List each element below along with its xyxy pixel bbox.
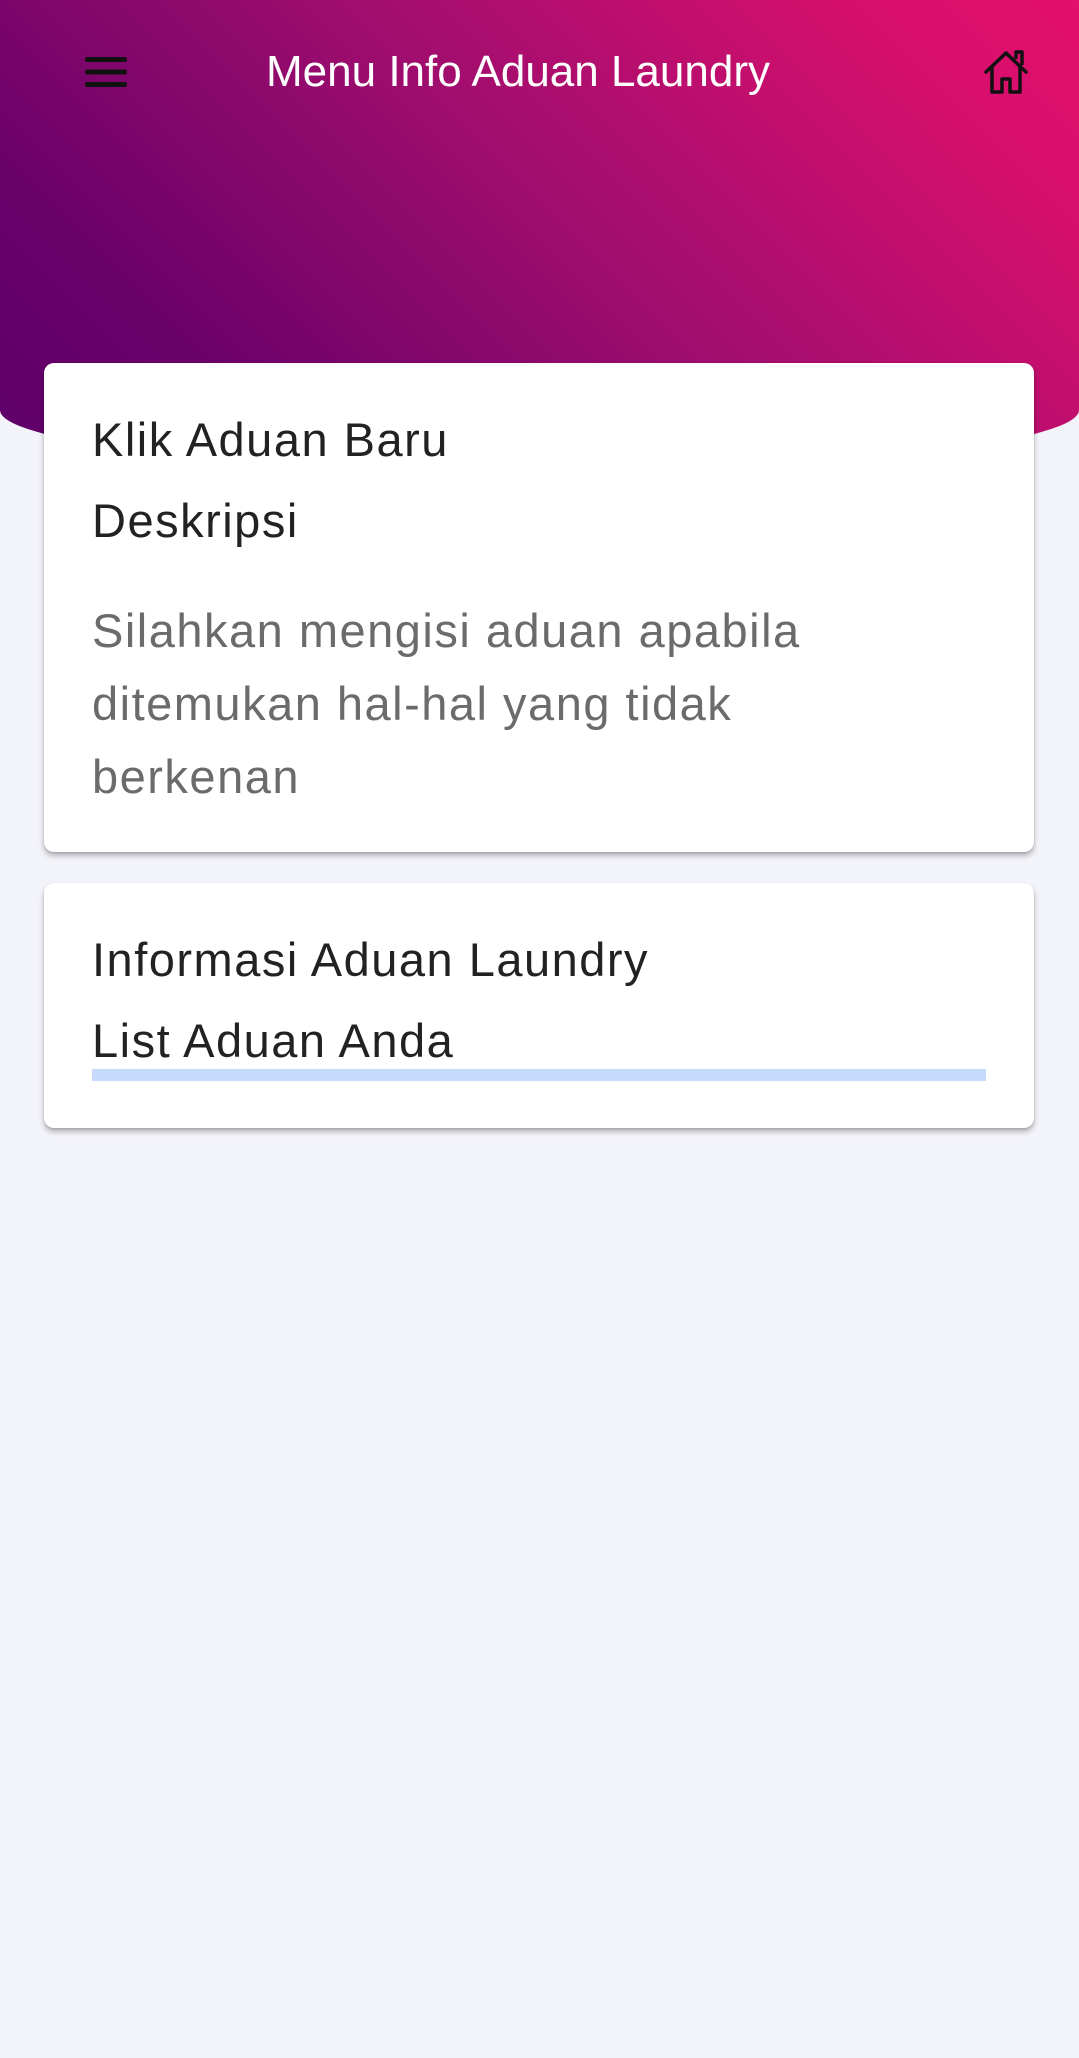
new-complaint-card[interactable]: Klik Aduan Baru Deskripsi Silahkan mengi… [44,363,1034,852]
loading-progress-bar [92,1069,986,1081]
app-bar: Menu Info Aduan Laundry [0,0,1079,146]
hamburger-menu-icon [85,57,127,87]
description-label: Deskripsi [92,494,299,547]
description-text: Silahkan mengisi aduan apabila ditemukan… [92,604,801,803]
complaint-list-label: List Aduan Anda [92,1014,455,1067]
complaint-info-title: Informasi Aduan Laundry [92,933,650,986]
complaint-info-card[interactable]: Informasi Aduan Laundry List Aduan Anda [44,883,1034,1128]
menu-button[interactable] [66,36,146,108]
page-title: Menu Info Aduan Laundry [266,47,770,96]
home-button[interactable] [966,36,1046,108]
new-complaint-title: Klik Aduan Baru [92,413,449,466]
home-icon [984,50,1028,94]
